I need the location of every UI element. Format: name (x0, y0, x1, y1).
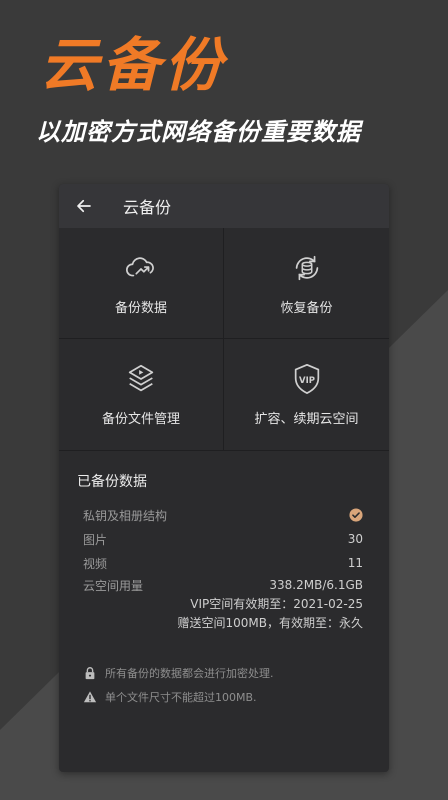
expand-renew-label: 扩容、续期云空间 (254, 412, 359, 427)
usage-label: 云空间用量 (83, 578, 144, 593)
hero-title: 云备份 (40, 31, 227, 99)
backup-file-manage-button[interactable]: 备份文件管理 (59, 339, 224, 450)
row-label: 私钥及相册结构 (83, 508, 168, 523)
cloud-usage: 云空间用量 338.2MB/6.1GB VIP空间有效期至：2021-02-25… (77, 575, 371, 633)
note-size-limit: 单个文件尺寸不能超过100MB. (83, 685, 365, 709)
hero-subtitle: 以加密方式网络备份重要数据 (36, 118, 361, 146)
vip-expiry: VIP空间有效期至：2021-02-25 (190, 597, 363, 611)
section-title: 已备份数据 (77, 474, 147, 490)
row-value: 30 (347, 532, 363, 546)
check-circle-icon (349, 508, 363, 522)
restore-backup-button[interactable]: 恢复备份 (224, 228, 389, 339)
notes: 所有备份的数据都会进行加密处理. 单个文件尺寸不能超过100MB. (59, 633, 389, 709)
action-grid: 备份数据 恢复备份 备份文件管理 VIP 扩容、续期云空间 (59, 228, 389, 451)
list-item: 图片 30 (77, 527, 371, 551)
note-text: 单个文件尺寸不能超过100MB. (105, 691, 257, 704)
page-title: 云备份 (123, 198, 172, 217)
database-restore-icon (295, 255, 318, 280)
warning-icon (83, 691, 97, 703)
app-screen: 云备份 备份数据 恢复备份 备份文件管理 VIP 扩容、续期云空间 已备份数据 … (59, 184, 389, 772)
backup-data-button[interactable]: 备份数据 (59, 228, 224, 339)
svg-text:VIP: VIP (299, 376, 315, 386)
vip-shield-icon: VIP (294, 363, 319, 395)
note-encryption: 所有备份的数据都会进行加密处理. (83, 661, 365, 685)
usage-value: 338.2MB/6.1GB (269, 578, 363, 592)
backup-file-manage-label: 备份文件管理 (101, 412, 180, 427)
cloud-upload-icon (126, 256, 154, 276)
expand-renew-button[interactable]: VIP 扩容、续期云空间 (224, 339, 389, 450)
lock-icon (85, 667, 95, 680)
row-value: 11 (347, 556, 363, 570)
layers-play-icon (128, 364, 154, 392)
backup-data-label: 备份数据 (114, 300, 167, 316)
list-item: 私钥及相册结构 (77, 503, 371, 527)
list-item: 视频 11 (77, 551, 371, 575)
arrow-left-icon[interactable] (75, 197, 93, 215)
note-text: 所有备份的数据都会进行加密处理. (105, 667, 274, 680)
row-label: 图片 (83, 532, 108, 547)
gift-space: 赠送空间100MB，有效期至：永久 (177, 616, 364, 630)
app-bar: 云备份 (59, 184, 389, 228)
backup-summary: 已备份数据 私钥及相册结构 图片 30 视频 11 云空间用量 338.2MB/… (59, 451, 389, 633)
row-label: 视频 (83, 556, 108, 571)
restore-backup-label: 恢复备份 (280, 300, 333, 316)
